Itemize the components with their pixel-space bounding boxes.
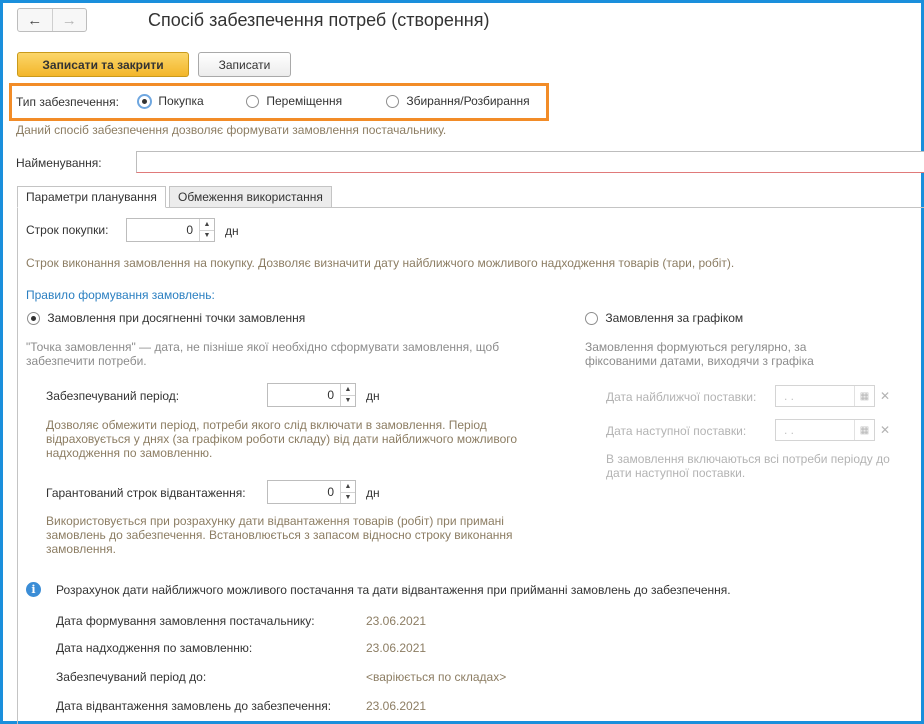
clear-icon[interactable]: ✕: [880, 389, 890, 403]
calc-row-label: Забезпечуваний період до:: [56, 670, 207, 684]
radio-transfer-label: Переміщення: [266, 94, 343, 108]
purchase-term-label: Строк покупки:: [26, 223, 109, 237]
order-rule-title: Правило формування замовлень:: [26, 288, 215, 302]
spin-down-icon[interactable]: ▼: [341, 491, 355, 504]
covered-period-input[interactable]: 0 ▲ ▼: [267, 383, 356, 407]
radio-reorder-point[interactable]: Замовлення при досягненні точки замовлен…: [27, 311, 306, 326]
schedule-hint: Замовлення формуються регулярно, за фікс…: [585, 340, 814, 370]
guaranteed-term-hint: Використовується при розрахунку дати від…: [46, 514, 513, 556]
spin-down-icon[interactable]: ▼: [200, 229, 214, 242]
next-delivery-value: . .: [784, 423, 795, 437]
radio-reorder-point-label: Замовлення при досягненні точки замовлен…: [47, 311, 306, 325]
back-arrow-icon[interactable]: ←: [18, 9, 52, 31]
purchase-term-value: 0: [186, 223, 193, 237]
calculation-title: Розрахунок дати найближчого можливого по…: [56, 583, 731, 597]
calendar-icon[interactable]: ▦: [854, 386, 874, 406]
guaranteed-term-label: Гарантований строк відвантаження:: [46, 486, 246, 500]
calc-row-value: <варіюється по складах>: [366, 670, 507, 684]
name-label: Найменування:: [16, 156, 102, 170]
next-delivery-label: Дата наступної поставки:: [606, 424, 747, 438]
purchase-term-input[interactable]: 0 ▲ ▼: [126, 218, 215, 242]
radio-purchase-indicator[interactable]: [138, 95, 151, 109]
forward-arrow-icon[interactable]: →: [51, 9, 87, 31]
purchase-term-unit: дн: [225, 224, 239, 238]
calc-row-label: Дата відвантаження замовлень до забезпеч…: [56, 699, 332, 713]
calc-row-value: 23.06.2021: [366, 641, 427, 655]
tab-planning-parameters[interactable]: Параметри планування: [17, 186, 166, 208]
covered-period-unit: дн: [366, 389, 380, 403]
info-icon: i: [26, 582, 41, 597]
supply-type-label: Тип забезпечення:: [16, 95, 119, 109]
calc-row-value: 23.06.2021: [366, 614, 427, 628]
save-and-close-button[interactable]: Записати та закрити: [17, 52, 189, 77]
navigation-buttons: ← →: [17, 8, 87, 32]
supply-type-hint: Даний спосіб забезпечення дозволяє форму…: [16, 123, 447, 137]
tab-usage-restrictions[interactable]: Обмеження використання: [169, 186, 332, 208]
next-delivery-input[interactable]: . . ▦: [775, 419, 875, 441]
guaranteed-term-spinner[interactable]: ▲ ▼: [340, 481, 355, 503]
covered-period-hint: Дозволяє обмежити період, потреби якого …: [46, 418, 518, 460]
nearest-delivery-value: . .: [784, 389, 795, 403]
nearest-delivery-input[interactable]: . . ▦: [775, 385, 875, 407]
spin-up-icon[interactable]: ▲: [200, 219, 214, 230]
spin-up-icon[interactable]: ▲: [341, 384, 355, 395]
calendar-icon[interactable]: ▦: [854, 420, 874, 440]
radio-assembly-indicator[interactable]: [386, 95, 399, 109]
calc-row-label: Дата формування замовлення постачальнику…: [56, 614, 315, 628]
covered-period-spinner[interactable]: ▲ ▼: [340, 384, 355, 406]
save-button[interactable]: Записати: [198, 52, 291, 77]
purchase-term-spinner[interactable]: ▲ ▼: [199, 219, 214, 241]
radio-reorder-point-indicator[interactable]: [27, 312, 40, 326]
guaranteed-term-input[interactable]: 0 ▲ ▼: [267, 480, 356, 504]
name-input[interactable]: [136, 151, 924, 173]
clear-icon[interactable]: ✕: [880, 423, 890, 437]
radio-schedule-indicator[interactable]: [585, 312, 598, 326]
page-title: Спосіб забезпечення потреб (створення): [148, 10, 490, 30]
nearest-delivery-label: Дата найближчої поставки:: [606, 390, 757, 404]
spin-down-icon[interactable]: ▼: [341, 394, 355, 407]
radio-schedule-label: Замовлення за графіком: [605, 311, 744, 325]
radio-purchase-label: Покупка: [158, 94, 204, 108]
purchase-term-hint: Строк виконання замовлення на покупку. Д…: [26, 256, 735, 270]
radio-transfer[interactable]: Переміщення: [246, 94, 343, 109]
guaranteed-term-value: 0: [327, 485, 334, 499]
schedule-dates-hint: В замовлення включаються всі потреби пер…: [606, 452, 890, 480]
reorder-point-hint: "Точка замовлення" — дата, не пізніше як…: [26, 340, 500, 368]
radio-transfer-indicator[interactable]: [246, 95, 259, 109]
radio-assembly[interactable]: Збирання/Розбирання: [386, 94, 530, 109]
spin-up-icon[interactable]: ▲: [341, 481, 355, 492]
radio-assembly-label: Збирання/Розбирання: [406, 94, 530, 108]
guaranteed-term-unit: дн: [366, 486, 380, 500]
covered-period-label: Забезпечуваний період:: [46, 389, 180, 403]
calc-row-value: 23.06.2021: [366, 699, 427, 713]
radio-purchase[interactable]: Покупка: [138, 94, 204, 109]
radio-schedule[interactable]: Замовлення за графіком: [585, 311, 744, 326]
covered-period-value: 0: [327, 388, 334, 402]
calc-row-label: Дата надходження по замовленню:: [56, 641, 253, 655]
